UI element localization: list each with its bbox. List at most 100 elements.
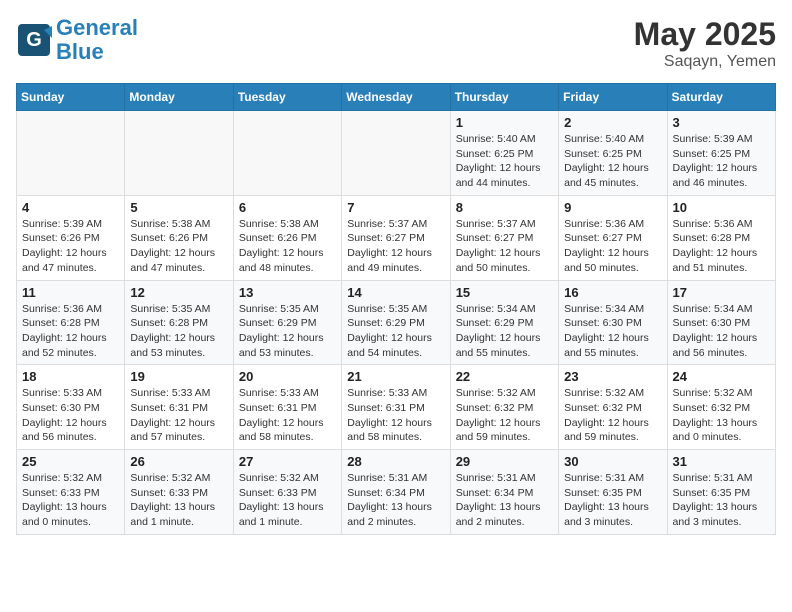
day-number: 19 xyxy=(130,369,227,384)
day-info: Sunrise: 5:31 AMSunset: 6:35 PMDaylight:… xyxy=(673,471,770,530)
calendar-empty xyxy=(233,111,341,196)
day-info: Sunrise: 5:35 AMSunset: 6:28 PMDaylight:… xyxy=(130,302,227,361)
calendar-day-27: 27 Sunrise: 5:32 AMSunset: 6:33 PMDayligh… xyxy=(233,450,341,535)
day-info: Sunrise: 5:39 AMSunset: 6:26 PMDaylight:… xyxy=(22,217,119,276)
calendar-day-26: 26 Sunrise: 5:32 AMSunset: 6:33 PMDayligh… xyxy=(125,450,233,535)
calendar-day-25: 25 Sunrise: 5:32 AMSunset: 6:33 PMDayligh… xyxy=(17,450,125,535)
day-number: 23 xyxy=(564,369,661,384)
weekday-header-wednesday: Wednesday xyxy=(342,84,450,111)
day-number: 22 xyxy=(456,369,553,384)
weekday-header-saturday: Saturday xyxy=(667,84,775,111)
day-info: Sunrise: 5:33 AMSunset: 6:31 PMDaylight:… xyxy=(347,386,444,445)
calendar-table: SundayMondayTuesdayWednesdayThursdayFrid… xyxy=(16,83,776,535)
day-info: Sunrise: 5:34 AMSunset: 6:29 PMDaylight:… xyxy=(456,302,553,361)
calendar-day-29: 29Sunrise: 5:31 AMSunset: 6:34 PMDayligh… xyxy=(450,450,558,535)
calendar-day-17: 17 Sunrise: 5:34 AMSunset: 6:30 PMDayligh… xyxy=(667,280,775,365)
day-number: 2 xyxy=(564,115,661,130)
logo-icon: G xyxy=(16,22,52,58)
calendar-day-13: 13 Sunrise: 5:35 AMSunset: 6:29 PMDayligh… xyxy=(233,280,341,365)
day-number: 6 xyxy=(239,200,336,215)
day-info: Sunrise: 5:34 AMSunset: 6:30 PMDaylight:… xyxy=(673,302,770,361)
day-info: Sunrise: 5:33 AMSunset: 6:30 PMDaylight:… xyxy=(22,386,119,445)
calendar-day-3: 3 Sunrise: 5:39 AMSunset: 6:25 PMDaylight… xyxy=(667,111,775,196)
calendar-day-18: 18 Sunrise: 5:33 AMSunset: 6:30 PMDayligh… xyxy=(17,365,125,450)
day-info: Sunrise: 5:32 AMSunset: 6:32 PMDaylight:… xyxy=(673,386,770,445)
page-header: G General Blue May 2025 Saqayn, Yemen xyxy=(16,16,776,71)
day-number: 31 xyxy=(673,454,770,469)
day-info: Sunrise: 5:33 AMSunset: 6:31 PMDaylight:… xyxy=(239,386,336,445)
day-info: Sunrise: 5:35 AMSunset: 6:29 PMDaylight:… xyxy=(239,302,336,361)
calendar-day-12: 12 Sunrise: 5:35 AMSunset: 6:28 PMDayligh… xyxy=(125,280,233,365)
day-number: 26 xyxy=(130,454,227,469)
logo: G General Blue xyxy=(16,16,138,64)
day-info: Sunrise: 5:34 AMSunset: 6:30 PMDaylight:… xyxy=(564,302,661,361)
day-number: 10 xyxy=(673,200,770,215)
day-number: 17 xyxy=(673,285,770,300)
day-info: Sunrise: 5:36 AMSunset: 6:27 PMDaylight:… xyxy=(564,217,661,276)
day-number: 18 xyxy=(22,369,119,384)
day-number: 1 xyxy=(456,115,553,130)
day-number: 11 xyxy=(22,285,119,300)
day-number: 12 xyxy=(130,285,227,300)
day-info: Sunrise: 5:32 AMSunset: 6:33 PMDaylight:… xyxy=(239,471,336,530)
day-info: Sunrise: 5:31 AMSunset: 6:34 PMDaylight:… xyxy=(456,471,553,530)
title-block: May 2025 Saqayn, Yemen xyxy=(634,16,776,71)
calendar-day-2: 2 Sunrise: 5:40 AMSunset: 6:25 PMDaylight… xyxy=(559,111,667,196)
weekday-header-thursday: Thursday xyxy=(450,84,558,111)
day-info: Sunrise: 5:37 AMSunset: 6:27 PMDaylight:… xyxy=(347,217,444,276)
day-number: 21 xyxy=(347,369,444,384)
day-info: Sunrise: 5:39 AMSunset: 6:25 PMDaylight:… xyxy=(673,132,770,191)
day-number: 5 xyxy=(130,200,227,215)
calendar-week-row: 18 Sunrise: 5:33 AMSunset: 6:30 PMDayligh… xyxy=(17,365,776,450)
day-number: 25 xyxy=(22,454,119,469)
day-info: Sunrise: 5:33 AMSunset: 6:31 PMDaylight:… xyxy=(130,386,227,445)
day-info: Sunrise: 5:32 AMSunset: 6:33 PMDaylight:… xyxy=(130,471,227,530)
calendar-day-31: 31 Sunrise: 5:31 AMSunset: 6:35 PMDayligh… xyxy=(667,450,775,535)
calendar-day-20: 20 Sunrise: 5:33 AMSunset: 6:31 PMDayligh… xyxy=(233,365,341,450)
day-number: 7 xyxy=(347,200,444,215)
calendar-empty xyxy=(342,111,450,196)
svg-text:G: G xyxy=(26,29,42,51)
calendar-day-15: 15 Sunrise: 5:34 AMSunset: 6:29 PMDayligh… xyxy=(450,280,558,365)
calendar-day-19: 19 Sunrise: 5:33 AMSunset: 6:31 PMDayligh… xyxy=(125,365,233,450)
weekday-header-monday: Monday xyxy=(125,84,233,111)
calendar-day-4: 4Sunrise: 5:39 AMSunset: 6:26 PMDaylight… xyxy=(17,195,125,280)
logo-blue: Blue xyxy=(56,39,104,64)
calendar-day-10: 10Sunrise: 5:36 AMSunset: 6:28 PMDayligh… xyxy=(667,195,775,280)
day-info: Sunrise: 5:31 AMSunset: 6:35 PMDaylight:… xyxy=(564,471,661,530)
day-number: 27 xyxy=(239,454,336,469)
calendar-day-7: 7 Sunrise: 5:37 AMSunset: 6:27 PMDaylight… xyxy=(342,195,450,280)
day-info: Sunrise: 5:40 AMSunset: 6:25 PMDaylight:… xyxy=(564,132,661,191)
calendar-day-16: 16 Sunrise: 5:34 AMSunset: 6:30 PMDayligh… xyxy=(559,280,667,365)
calendar-week-row: 11Sunrise: 5:36 AMSunset: 6:28 PMDayligh… xyxy=(17,280,776,365)
calendar-day-24: 24 Sunrise: 5:32 AMSunset: 6:32 PMDayligh… xyxy=(667,365,775,450)
day-number: 20 xyxy=(239,369,336,384)
calendar-day-22: 22Sunrise: 5:32 AMSunset: 6:32 PMDayligh… xyxy=(450,365,558,450)
calendar-day-30: 30Sunrise: 5:31 AMSunset: 6:35 PMDayligh… xyxy=(559,450,667,535)
calendar-day-28: 28Sunrise: 5:31 AMSunset: 6:34 PMDayligh… xyxy=(342,450,450,535)
day-number: 13 xyxy=(239,285,336,300)
weekday-header-friday: Friday xyxy=(559,84,667,111)
day-info: Sunrise: 5:32 AMSunset: 6:33 PMDaylight:… xyxy=(22,471,119,530)
day-info: Sunrise: 5:32 AMSunset: 6:32 PMDaylight:… xyxy=(564,386,661,445)
calendar-day-9: 9 Sunrise: 5:36 AMSunset: 6:27 PMDaylight… xyxy=(559,195,667,280)
day-number: 24 xyxy=(673,369,770,384)
day-info: Sunrise: 5:35 AMSunset: 6:29 PMDaylight:… xyxy=(347,302,444,361)
day-info: Sunrise: 5:40 AMSunset: 6:25 PMDaylight:… xyxy=(456,132,553,191)
calendar-day-5: 5 Sunrise: 5:38 AMSunset: 6:26 PMDaylight… xyxy=(125,195,233,280)
day-number: 16 xyxy=(564,285,661,300)
day-number: 3 xyxy=(673,115,770,130)
logo-general: General xyxy=(56,15,138,40)
calendar-week-row: 1 Sunrise: 5:40 AMSunset: 6:25 PMDaylight… xyxy=(17,111,776,196)
day-number: 15 xyxy=(456,285,553,300)
calendar-day-8: 8 Sunrise: 5:37 AMSunset: 6:27 PMDaylight… xyxy=(450,195,558,280)
day-number: 8 xyxy=(456,200,553,215)
day-info: Sunrise: 5:37 AMSunset: 6:27 PMDaylight:… xyxy=(456,217,553,276)
calendar-day-1: 1 Sunrise: 5:40 AMSunset: 6:25 PMDaylight… xyxy=(450,111,558,196)
calendar-empty xyxy=(17,111,125,196)
calendar-day-6: 6Sunrise: 5:38 AMSunset: 6:26 PMDaylight… xyxy=(233,195,341,280)
weekday-header-sunday: Sunday xyxy=(17,84,125,111)
calendar-day-14: 14Sunrise: 5:35 AMSunset: 6:29 PMDayligh… xyxy=(342,280,450,365)
day-number: 9 xyxy=(564,200,661,215)
day-info: Sunrise: 5:38 AMSunset: 6:26 PMDaylight:… xyxy=(130,217,227,276)
